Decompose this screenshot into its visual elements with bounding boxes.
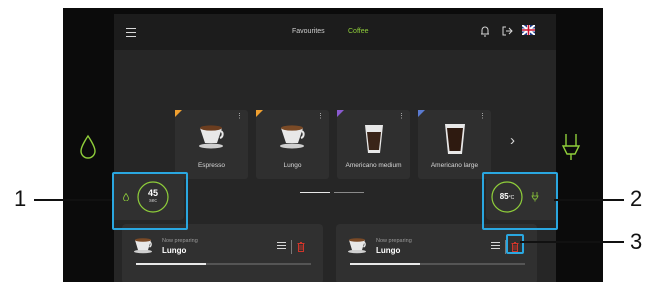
preparing-product: Lungo: [162, 246, 187, 255]
menu-icon[interactable]: [126, 28, 136, 37]
callout-highlight-timer: [112, 172, 188, 230]
steam-wand-icon[interactable]: [560, 132, 582, 162]
americano-large-glass-icon: [445, 124, 465, 154]
tile-espresso[interactable]: ⋮ Espresso: [175, 110, 248, 179]
water-drop-icon[interactable]: [79, 134, 97, 160]
more-options-icon[interactable]: ⋮: [236, 113, 243, 120]
tile-accent: [175, 110, 182, 117]
details-list-icon[interactable]: [277, 242, 286, 250]
espresso-cup-icon: [199, 125, 224, 149]
callout-leader-3: [520, 241, 624, 243]
touch-screen: Favourites Coffee ⋮ Espresso ⋮ Lungo ⋮ A…: [114, 14, 556, 282]
tile-lungo[interactable]: ⋮ Lungo: [256, 110, 329, 179]
page-indicator[interactable]: [334, 192, 364, 193]
chevron-right-icon[interactable]: ›: [510, 132, 515, 149]
tab-favourites[interactable]: Favourites: [292, 28, 325, 35]
callout-number-1: 1: [14, 186, 27, 211]
lungo-cup-icon: [280, 125, 305, 149]
bell-icon[interactable]: [480, 25, 490, 37]
preparing-card-left[interactable]: Now preparing Lungo: [122, 224, 323, 282]
tile-label: Espresso: [197, 162, 226, 169]
callout-leader-2: [554, 199, 624, 201]
tab-coffee[interactable]: Coffee: [348, 28, 369, 35]
tile-americano-medium[interactable]: ⋮ Americano medium: [337, 110, 410, 179]
preparing-status: Now preparing: [162, 238, 198, 244]
divider: [291, 240, 292, 254]
americano-glass-icon: [365, 125, 383, 153]
lungo-cup-icon: [348, 238, 366, 254]
more-options-icon[interactable]: ⋮: [398, 113, 405, 120]
tile-americano-large[interactable]: ⋮ Americano large: [418, 110, 491, 179]
callout-number-2: 2: [630, 186, 643, 211]
details-list-icon[interactable]: [491, 242, 500, 250]
tile-accent: [337, 110, 344, 117]
top-bar: Favourites Coffee: [114, 14, 556, 50]
tile-label: Americano large: [430, 162, 479, 169]
progress-bar: [136, 263, 311, 265]
progress-fill: [350, 263, 420, 265]
uk-flag-icon[interactable]: [522, 25, 535, 35]
delete-icon[interactable]: [297, 242, 305, 252]
callout-leader-1: [34, 199, 112, 201]
preparing-product: Lungo: [376, 246, 401, 255]
logout-icon[interactable]: [501, 25, 513, 37]
callout-highlight-temperature: [482, 172, 558, 230]
page-indicator-active[interactable]: [300, 192, 330, 193]
tile-accent: [418, 110, 425, 117]
callout-highlight-delete: [506, 234, 524, 254]
tile-label: Americano medium: [345, 162, 402, 169]
preparing-status: Now preparing: [376, 238, 412, 244]
callout-number-3: 3: [630, 229, 643, 254]
progress-fill: [136, 263, 206, 265]
lungo-cup-icon: [134, 238, 152, 254]
more-options-icon[interactable]: ⋮: [317, 113, 324, 120]
more-options-icon[interactable]: ⋮: [479, 113, 486, 120]
progress-bar: [350, 263, 525, 265]
tile-accent: [256, 110, 263, 117]
tile-label: Lungo: [283, 162, 302, 169]
